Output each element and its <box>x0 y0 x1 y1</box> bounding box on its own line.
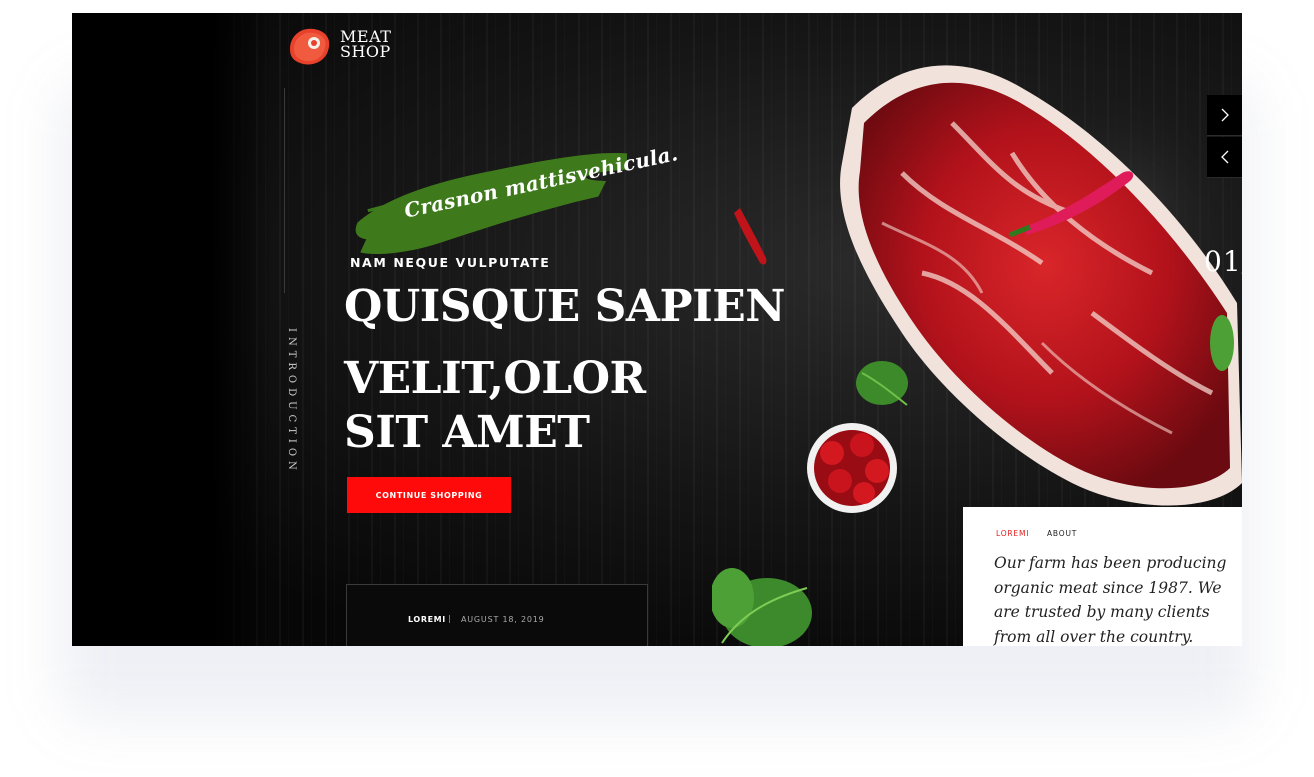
logo-text-line2: SHOP <box>340 42 391 61</box>
post-separator: | <box>448 614 451 623</box>
tab-about[interactable]: ABOUT <box>1047 529 1077 538</box>
logo[interactable]: MEAT SHOP <box>284 19 391 69</box>
tab-loremi[interactable]: LOREMI <box>996 529 1029 538</box>
slide-counter: 01/ <box>1204 245 1242 278</box>
slider-next-button[interactable] <box>1207 95 1242 136</box>
chevron-right-icon <box>1221 108 1229 122</box>
slider-prev-button[interactable] <box>1207 137 1242 178</box>
post-date: AUGUST 18, 2019 <box>461 615 545 624</box>
continue-shopping-button[interactable]: CONTINUE SHOPPING <box>347 477 511 513</box>
introduction-label: INTRODUCTION <box>286 328 297 475</box>
steak-logo-icon <box>290 28 330 65</box>
about-card: LOREMI ABOUT Our farm has been producing… <box>963 507 1242 646</box>
post-author[interactable]: LOREMI <box>408 615 446 624</box>
hero-headline-line1: QUISQUE SAPIEN <box>344 281 785 332</box>
hero-section: MEAT SHOP INTRODUCTION Crasnon mattisveh… <box>72 13 1242 646</box>
vertical-divider <box>284 88 285 293</box>
about-text: Our farm has been producing organic meat… <box>994 554 1227 646</box>
hero-headline-line2: VELIT,OLOR <box>344 353 646 404</box>
left-shade <box>72 13 272 646</box>
hero-headline-line3: SIT AMET <box>344 407 590 458</box>
hero-eyebrow: NAM NEQUE VULPUTATE <box>350 255 551 270</box>
chevron-left-icon <box>1221 150 1229 164</box>
